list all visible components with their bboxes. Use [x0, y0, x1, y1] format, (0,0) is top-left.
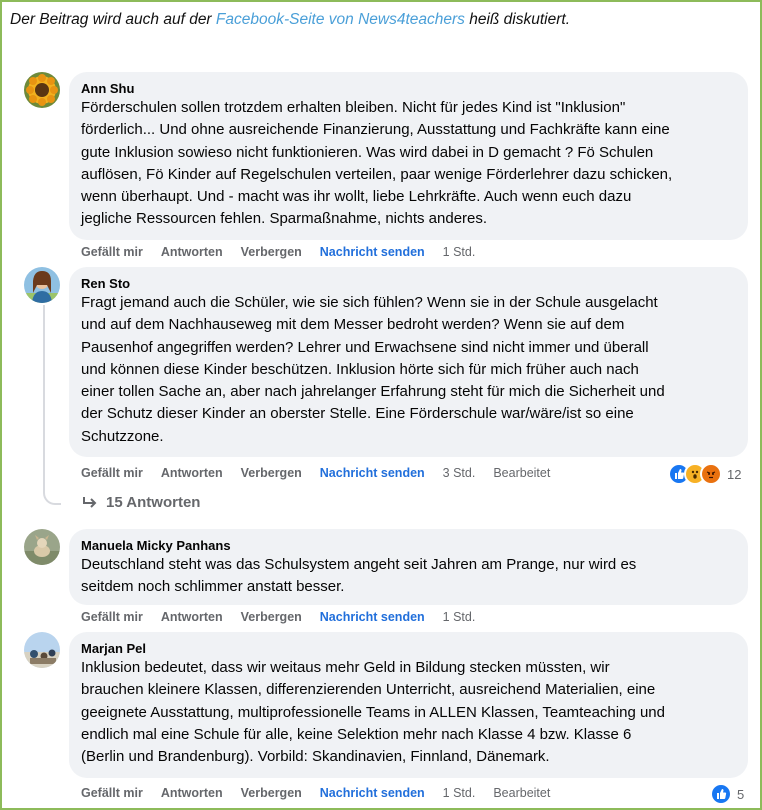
thread-line	[43, 305, 61, 505]
comment-line: Inklusion bedeutet, dass wir weitaus meh…	[81, 659, 610, 676]
comment-author[interactable]: Marjan Pel	[81, 640, 736, 657]
hide-button[interactable]: Verbergen	[241, 245, 302, 259]
comment-line: Deutschland steht was das Schulsystem an…	[81, 556, 637, 573]
reply-button[interactable]: Antworten	[161, 786, 223, 800]
comment-text: Inklusion bedeutet, dass wir weitaus meh…	[81, 657, 736, 768]
comment-line: jegliche Ressourcen fehlen. Sparmaßnahme…	[81, 210, 488, 228]
comment-line: wenn überhaupt. Und - macht was ihr woll…	[81, 188, 632, 206]
comment-line: endlich mal eine Schule für alle, keine …	[81, 725, 632, 743]
comment-line: förderlich... Und ohne ausreichende Fina…	[81, 121, 670, 139]
comment-text: Förderschulen sollen trotzdem erhalten b…	[81, 97, 736, 231]
comment-author[interactable]: Ann Shu	[81, 80, 736, 97]
reply-button[interactable]: Antworten	[161, 610, 223, 624]
timestamp[interactable]: 3 Std.	[443, 466, 476, 480]
view-replies-link[interactable]: 15 Antworten	[82, 494, 200, 511]
hide-button[interactable]: Verbergen	[241, 610, 302, 624]
comment-line: einer tollen Sache an, aber nach jahrela…	[81, 383, 665, 401]
reply-button[interactable]: Antworten	[161, 466, 223, 480]
comment-author[interactable]: Manuela Micky Panhans	[81, 537, 736, 554]
send-message-button[interactable]: Nachricht senden	[320, 466, 425, 480]
timestamp[interactable]: 1 Std.	[443, 245, 476, 259]
comment-actions: Gefällt mir Antworten Verbergen Nachrich…	[81, 786, 568, 800]
send-message-button[interactable]: Nachricht senden	[320, 610, 425, 624]
comment-bubble: Ren Sto Fragt jemand auch die Schüler, w…	[69, 267, 748, 457]
like-reaction-icon	[710, 783, 732, 805]
comment-text: Fragt jemand auch die Schüler, wie sie s…	[81, 292, 736, 448]
reply-button[interactable]: Antworten	[161, 245, 223, 259]
comment-line: Pausenhof angegriffen werden? Lehrer und…	[81, 338, 649, 356]
comment-line: Fragt jemand auch die Schüler, wie sie s…	[81, 294, 658, 311]
hide-button[interactable]: Verbergen	[241, 466, 302, 480]
page-frame: Der Beitrag wird auch auf der Facebook-S…	[0, 0, 762, 810]
comment-line: der Schutz dieser Kinder an oberster Ste…	[81, 405, 634, 423]
comment-bubble: Ann Shu Förderschulen sollen trotzdem er…	[69, 72, 748, 240]
send-message-button[interactable]: Nachricht senden	[320, 786, 425, 800]
like-button[interactable]: Gefällt mir	[81, 466, 143, 480]
comment-bubble: Manuela Micky Panhans Deutschland steht …	[69, 529, 748, 605]
comment-line: brauchen kleinere Klassen, differenziere…	[81, 681, 656, 699]
comment-line: gute Inklusion sowieso nicht funktionier…	[81, 143, 654, 161]
like-button[interactable]: Gefällt mir	[81, 610, 143, 624]
intro-before: Der Beitrag wird auch auf der	[10, 11, 216, 28]
timestamp[interactable]: 1 Std.	[443, 610, 476, 624]
reply-arrow-icon	[82, 496, 98, 510]
comment-line: und auf dem Nachhauseweg mit dem Messer …	[81, 316, 625, 334]
comment-actions: Gefällt mir Antworten Verbergen Nachrich…	[81, 245, 493, 259]
send-message-button[interactable]: Nachricht senden	[320, 245, 425, 259]
facebook-page-link[interactable]: Facebook-Seite von News4teachers	[216, 11, 465, 28]
reaction-summary[interactable]: 12	[668, 463, 741, 485]
like-button[interactable]: Gefällt mir	[81, 786, 143, 800]
reaction-count: 5	[737, 786, 745, 802]
comment-line: (Berlin und Brandenburg). Vorbild: Skand…	[81, 748, 550, 766]
reaction-summary[interactable]: 5	[710, 783, 744, 805]
comment-author[interactable]: Ren Sto	[81, 275, 736, 292]
comment-text: Deutschland steht was das Schulsystem an…	[81, 554, 736, 599]
comment-line: geeignete Ausstattung, multiprofessionel…	[81, 703, 665, 721]
like-button[interactable]: Gefällt mir	[81, 245, 143, 259]
edited-label: Bearbeitet	[493, 466, 551, 480]
intro-text: Der Beitrag wird auch auf der Facebook-S…	[10, 11, 570, 29]
avatar[interactable]	[24, 529, 60, 565]
comment-line: und können diese Kinder beschützen. Inkl…	[81, 360, 639, 378]
avatar[interactable]	[24, 72, 60, 108]
comment-line: Förderschulen sollen trotzdem erhalten b…	[81, 99, 626, 116]
intro-after: heiß diskutiert.	[464, 11, 571, 28]
avatar[interactable]	[24, 267, 60, 303]
replies-count-label: 15 Antworten	[106, 494, 201, 511]
hide-button[interactable]: Verbergen	[241, 786, 302, 800]
reaction-count: 12	[727, 466, 742, 482]
comment-actions: Gefällt mir Antworten Verbergen Nachrich…	[81, 466, 568, 480]
avatar[interactable]	[24, 632, 60, 668]
comment-line: auflösen, Fö Kinder auf Regelschulen ver…	[81, 165, 673, 183]
comment-line: seitdem noch schlimmer anstatt besser.	[81, 578, 345, 596]
edited-label: Bearbeitet	[493, 786, 551, 800]
angry-reaction-icon	[700, 463, 722, 485]
timestamp[interactable]: 1 Std.	[443, 786, 476, 800]
comment-bubble: Marjan Pel Inklusion bedeutet, dass wir …	[69, 632, 748, 778]
comment-actions: Gefällt mir Antworten Verbergen Nachrich…	[81, 610, 493, 624]
comment-line: Schutzzone.	[81, 427, 164, 445]
